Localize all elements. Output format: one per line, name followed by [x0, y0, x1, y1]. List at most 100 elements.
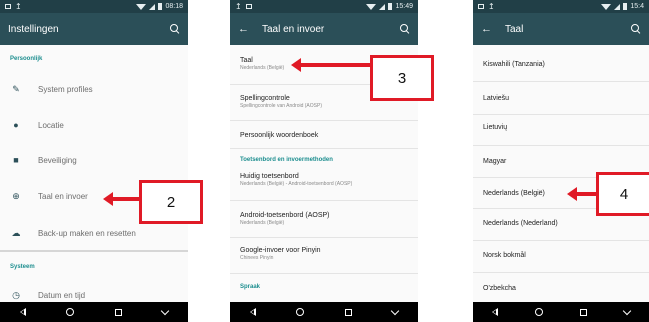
list-item-personal-dictionary[interactable]: Persoonlijk woordenboek: [230, 132, 418, 139]
list-item-subtitle: Nederlands (België) - Android-toetsenbor…: [240, 181, 353, 187]
list-item-google-pinyin[interactable]: Google-invoer voor Pinyin Chinees Pinyin: [230, 247, 418, 261]
status-bar: ↥ 08:18: [0, 0, 188, 13]
callout-box: 2: [139, 180, 203, 224]
divider: [473, 272, 649, 273]
language-option[interactable]: Kiswahili (Tanzania): [473, 61, 649, 68]
language-option[interactable]: Nederlands (Nederland): [473, 220, 649, 227]
battery-icon: [623, 3, 628, 10]
language-select-screen: ↥ 15:4 ← Taal Kiswahili (Tanzania) Latvi…: [473, 0, 649, 322]
section-header-personal: Persoonlijk: [10, 56, 43, 62]
back-arrow-icon[interactable]: ←: [481, 23, 495, 35]
search-icon[interactable]: [631, 24, 641, 34]
signal-icon: [379, 3, 386, 10]
back-arrow-icon[interactable]: ←: [238, 23, 252, 35]
section-header-keyboards: Toetsenbord en invoermethoden: [240, 157, 333, 163]
settings-item-label: Taal en invoer: [38, 192, 88, 201]
notification-icon: [478, 4, 484, 9]
nav-home-icon[interactable]: [296, 308, 305, 316]
wifi-icon: [366, 3, 377, 10]
list-item-title: Huidig toetsenbord: [240, 173, 299, 180]
divider: [230, 120, 418, 121]
language-option[interactable]: Norsk bokmål: [473, 252, 649, 259]
nav-hide-keyboard-icon[interactable]: [390, 306, 400, 315]
language-input-screen: ↥ 15:49 ← Taal en invoer Taal Nederlands…: [230, 0, 418, 322]
navigation-bar: [473, 302, 649, 322]
section-header-speech: Spraak: [240, 284, 261, 290]
callout-arrow: [291, 58, 380, 72]
list-item-title: Android-toetsenbord (AOSP): [240, 212, 330, 219]
language-option[interactable]: Magyar: [473, 158, 649, 165]
signal-icon: [614, 3, 621, 10]
search-icon[interactable]: [170, 24, 180, 34]
cloud-upload-icon: ☁: [11, 228, 21, 238]
location-icon: ●: [13, 120, 19, 130]
list-item-title: Persoonlijk woordenboek: [240, 132, 319, 139]
settings-item-location[interactable]: ● Locatie: [0, 120, 188, 130]
list-item-title: Google-invoer voor Pinyin: [240, 247, 321, 254]
navigation-bar: [230, 302, 418, 322]
globe-icon: ⊕: [12, 191, 20, 201]
divider: [230, 237, 418, 238]
wifi-icon: [136, 3, 147, 10]
nav-back-icon[interactable]: [250, 308, 257, 316]
status-time: 08:18: [165, 3, 183, 10]
nav-hide-keyboard-icon[interactable]: [623, 306, 632, 315]
settings-item-label: Datum en tijd: [38, 291, 86, 300]
section-divider: [0, 250, 188, 252]
nav-recents-icon[interactable]: [114, 308, 122, 316]
nav-recents-icon[interactable]: [344, 308, 352, 316]
nav-home-icon[interactable]: [66, 308, 75, 316]
nav-back-icon[interactable]: [20, 308, 27, 316]
list-item-subtitle: Chinees Pinyin: [240, 255, 274, 261]
settings-item-backup-reset[interactable]: ☁ Back-up maken en resetten: [0, 228, 188, 239]
language-option[interactable]: O'zbekcha: [473, 285, 649, 292]
list-item-subtitle: Spellingcontrole van Android (AOSP): [240, 103, 322, 109]
divider: [473, 114, 649, 115]
divider: [473, 240, 649, 241]
status-bar: ↥ 15:49: [230, 0, 418, 13]
language-option[interactable]: Latviešu: [473, 95, 649, 102]
settings-item-date-time[interactable]: ◷ Datum en tijd: [0, 290, 188, 301]
divider: [473, 81, 649, 82]
callout-arrow: [103, 192, 142, 206]
divider: [473, 145, 649, 146]
wifi-icon: [601, 3, 612, 10]
language-option[interactable]: Lietuvių: [473, 124, 649, 131]
nav-recents-icon[interactable]: [580, 308, 588, 316]
list-item-current-keyboard[interactable]: Huidig toetsenbord Nederlands (België) -…: [230, 173, 418, 187]
app-bar: ← Taal: [473, 13, 649, 45]
app-bar: ← Taal en invoer: [230, 13, 418, 45]
nav-hide-keyboard-icon[interactable]: [160, 306, 170, 315]
divider: [230, 200, 418, 201]
callout-box: 4: [596, 172, 649, 216]
callout-box: 3: [370, 55, 434, 101]
battery-icon: [388, 3, 393, 10]
nav-home-icon[interactable]: [534, 308, 543, 316]
status-bar: ↥ 15:4: [473, 0, 649, 13]
list-item-android-keyboard[interactable]: Android-toetsenbord (AOSP) Nederlands (B…: [230, 212, 418, 226]
notification-icon: [5, 4, 11, 9]
navigation-bar: [0, 302, 188, 322]
status-time: 15:4: [630, 3, 644, 10]
settings-item-label: System profiles: [38, 85, 93, 94]
divider: [230, 148, 418, 149]
page-title: Taal en invoer: [262, 23, 325, 35]
settings-screen: ↥ 08:18 Instellingen Persoonlijk ✎ Syste…: [0, 0, 188, 322]
page-title: Instellingen: [8, 23, 59, 35]
status-time: 15:49: [395, 3, 413, 10]
section-header-system: Systeem: [10, 264, 35, 270]
notification-icon: [245, 4, 252, 9]
upload-icon: ↥: [15, 1, 22, 11]
settings-item-system-profiles[interactable]: ✎ System profiles: [0, 84, 188, 95]
divider: [230, 273, 418, 274]
list-item-subtitle: Nederlands (België): [240, 220, 285, 226]
settings-item-security[interactable]: ■ Beveiliging: [0, 155, 188, 165]
app-bar: Instellingen: [0, 13, 188, 45]
settings-item-label: Locatie: [38, 120, 64, 130]
upload-icon: ↥: [488, 1, 495, 11]
settings-item-label: Beveiliging: [38, 155, 77, 165]
search-icon[interactable]: [400, 24, 410, 34]
nav-back-icon[interactable]: [491, 308, 498, 316]
battery-icon: [158, 3, 163, 10]
profiles-icon: ✎: [12, 84, 20, 94]
